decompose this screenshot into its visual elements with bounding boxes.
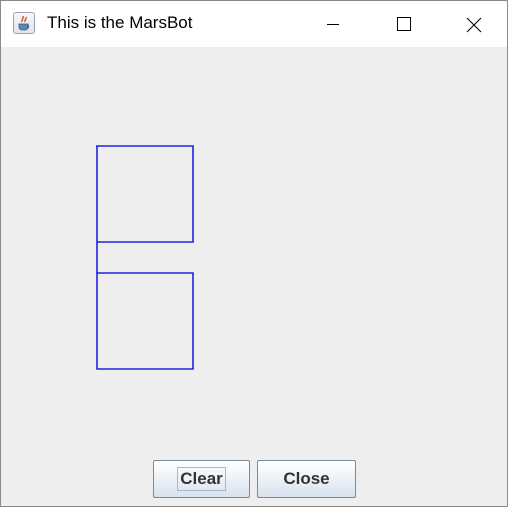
- close-icon: [466, 17, 482, 33]
- close-button-label: Close: [283, 469, 330, 488]
- upper-square: [96, 145, 194, 243]
- java-cup-icon[interactable]: [13, 12, 35, 34]
- clear-button-label: Clear: [177, 467, 226, 491]
- drawing-canvas: [1, 47, 507, 447]
- maximize-button[interactable]: [380, 1, 426, 47]
- minimize-button[interactable]: [310, 1, 356, 47]
- marsbot-window: This is the MarsBot Clear Close: [0, 0, 508, 507]
- minimize-icon: [327, 24, 339, 25]
- lower-square: [96, 272, 194, 370]
- title-bar[interactable]: This is the MarsBot: [1, 1, 507, 47]
- marsbot-path: [96, 145, 194, 370]
- maximize-icon: [397, 17, 411, 31]
- close-button[interactable]: Close: [257, 460, 356, 498]
- close-window-button[interactable]: [450, 1, 496, 47]
- clear-button[interactable]: Clear: [153, 460, 250, 498]
- window-title: This is the MarsBot: [47, 13, 193, 32]
